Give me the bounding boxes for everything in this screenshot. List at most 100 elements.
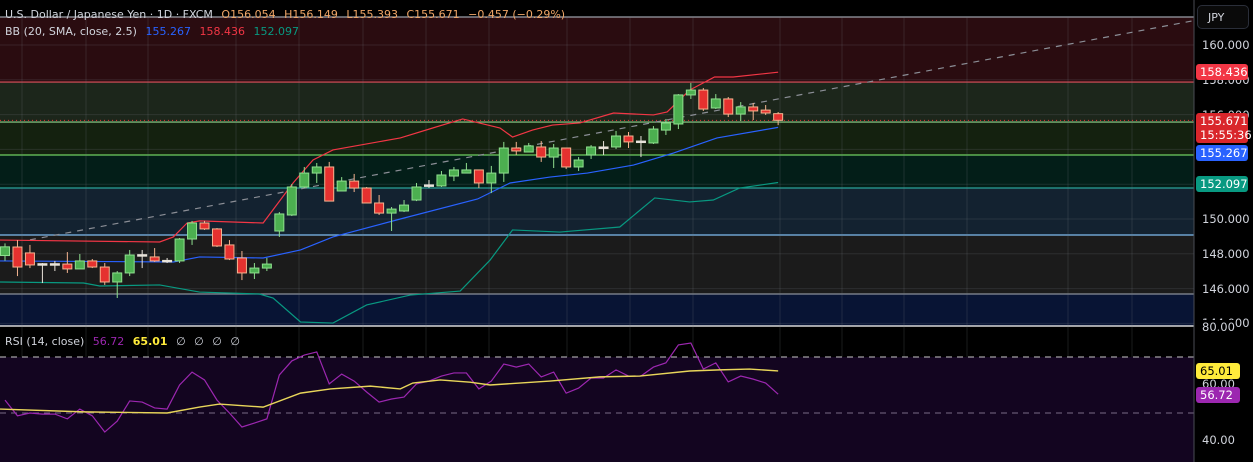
price-zone [0,122,1194,155]
price-zone [0,293,1194,327]
candle-down [760,109,771,114]
rsi-label[interactable]: RSI (14, close) [5,335,84,348]
rsi-ma-value: 65.01 [132,335,168,348]
candle-down [698,89,709,110]
currency-button[interactable]: JPY [1197,5,1249,29]
candle-down [87,260,98,268]
candle-up [411,186,422,201]
candle-down [536,146,547,158]
bb-basis-price-tag: 155.267 [1196,145,1248,161]
candle-down [723,98,734,115]
rsi-value-tag: 56.72 [1196,387,1240,403]
candle-up [49,263,60,266]
rsi-band-fill [0,357,1194,462]
candle-down [12,246,23,268]
candle-down [349,180,360,189]
bb-lower-value: 152.097 [253,25,299,38]
candle-down [99,266,110,283]
candle-down [211,228,222,247]
rsi-extra-value: ∅ [176,335,186,348]
rsi-tick: 40.00 [1202,433,1235,447]
bar-countdown: 15:55:36 [1200,128,1252,142]
candle-up [598,146,609,149]
candle-up [399,204,410,212]
candle-up [673,94,684,125]
candle-up [261,263,272,269]
candle-down [224,244,235,260]
candle-down [511,147,522,152]
candle-up [423,184,434,187]
price-tick: 146.000 [1202,282,1250,296]
candle-up [660,122,671,131]
candle-up [648,128,659,144]
price-zone [0,82,1194,123]
candle-down [324,166,335,202]
open-value: O156.054 [221,8,276,21]
candle-up [112,272,123,283]
candle-up [274,213,285,232]
candle-up [573,159,584,168]
candle-down [374,202,385,214]
candle-up [523,145,534,153]
candle-up [685,89,696,96]
high-value: H156.149 [284,8,338,21]
bb-lower-price-tag: 152.097 [1196,176,1248,192]
candle-up [286,186,297,216]
price-tick: 160.000 [1202,38,1250,52]
candle-up [311,166,322,174]
price-tick: 148.000 [1202,247,1250,261]
candle-up [0,246,10,257]
candle-down [149,256,160,262]
candle-down [37,263,48,266]
candle-down [623,135,634,143]
candle-up [486,172,497,184]
rsi-extra-value: ∅ [230,335,240,348]
rsi-ma-tag: 65.01 [1196,363,1240,379]
last-price-tag: 155.671 15:55:36 [1196,113,1252,143]
chart-canvas[interactable] [0,0,1253,462]
candle-up [611,135,622,148]
candle-up [436,174,447,187]
rsi-extra-value: ∅ [194,335,204,348]
bb-legend[interactable]: BB (20, SMA, close, 2.5) 155.267 158.436… [5,25,304,38]
candle-up [74,260,85,270]
candle-up [461,169,472,174]
candle-down [361,187,372,204]
last-price-value: 155.671 [1200,114,1248,128]
candle-up [548,147,559,158]
candle-up [498,147,509,174]
rsi-value: 56.72 [92,335,125,348]
candle-up [635,140,646,144]
candle-up [124,254,135,274]
candle-down [236,257,247,274]
candle-up [336,180,347,192]
price-tick: 150.000 [1202,212,1250,226]
candle-down [473,169,484,184]
candle-up [187,222,198,240]
candle-down [561,147,572,168]
rsi-extra-value: ∅ [212,335,222,348]
price-zone [0,188,1194,236]
candle-up [586,146,597,156]
candle-down [199,222,210,230]
low-value: L155.393 [346,8,398,21]
symbol-legend: U.S. Dollar / Japanese Yen · 1D · FXCM O… [5,8,570,21]
candle-up [735,106,746,115]
bb-upper-value: 158.436 [199,25,245,38]
bb-label[interactable]: BB (20, SMA, close, 2.5) [5,25,137,38]
candle-up [162,259,173,263]
close-value: C155.671 [406,8,460,21]
symbol-title[interactable]: U.S. Dollar / Japanese Yen · 1D · FXCM [5,8,213,21]
candle-up [174,238,185,262]
candle-down [137,254,148,257]
rsi-tick: 80.00 [1202,320,1235,334]
rsi-legend[interactable]: RSI (14, close) 56.72 65.01 ∅ ∅ ∅ ∅ [5,335,245,348]
change-value: −0.457 (−0.29%) [468,8,566,21]
candle-up [710,98,721,109]
candle-up [448,169,459,177]
candle-up [299,172,310,188]
candle-down [24,252,35,266]
candle-up [249,267,260,274]
candle-down [748,106,759,112]
candle-up [386,208,397,214]
